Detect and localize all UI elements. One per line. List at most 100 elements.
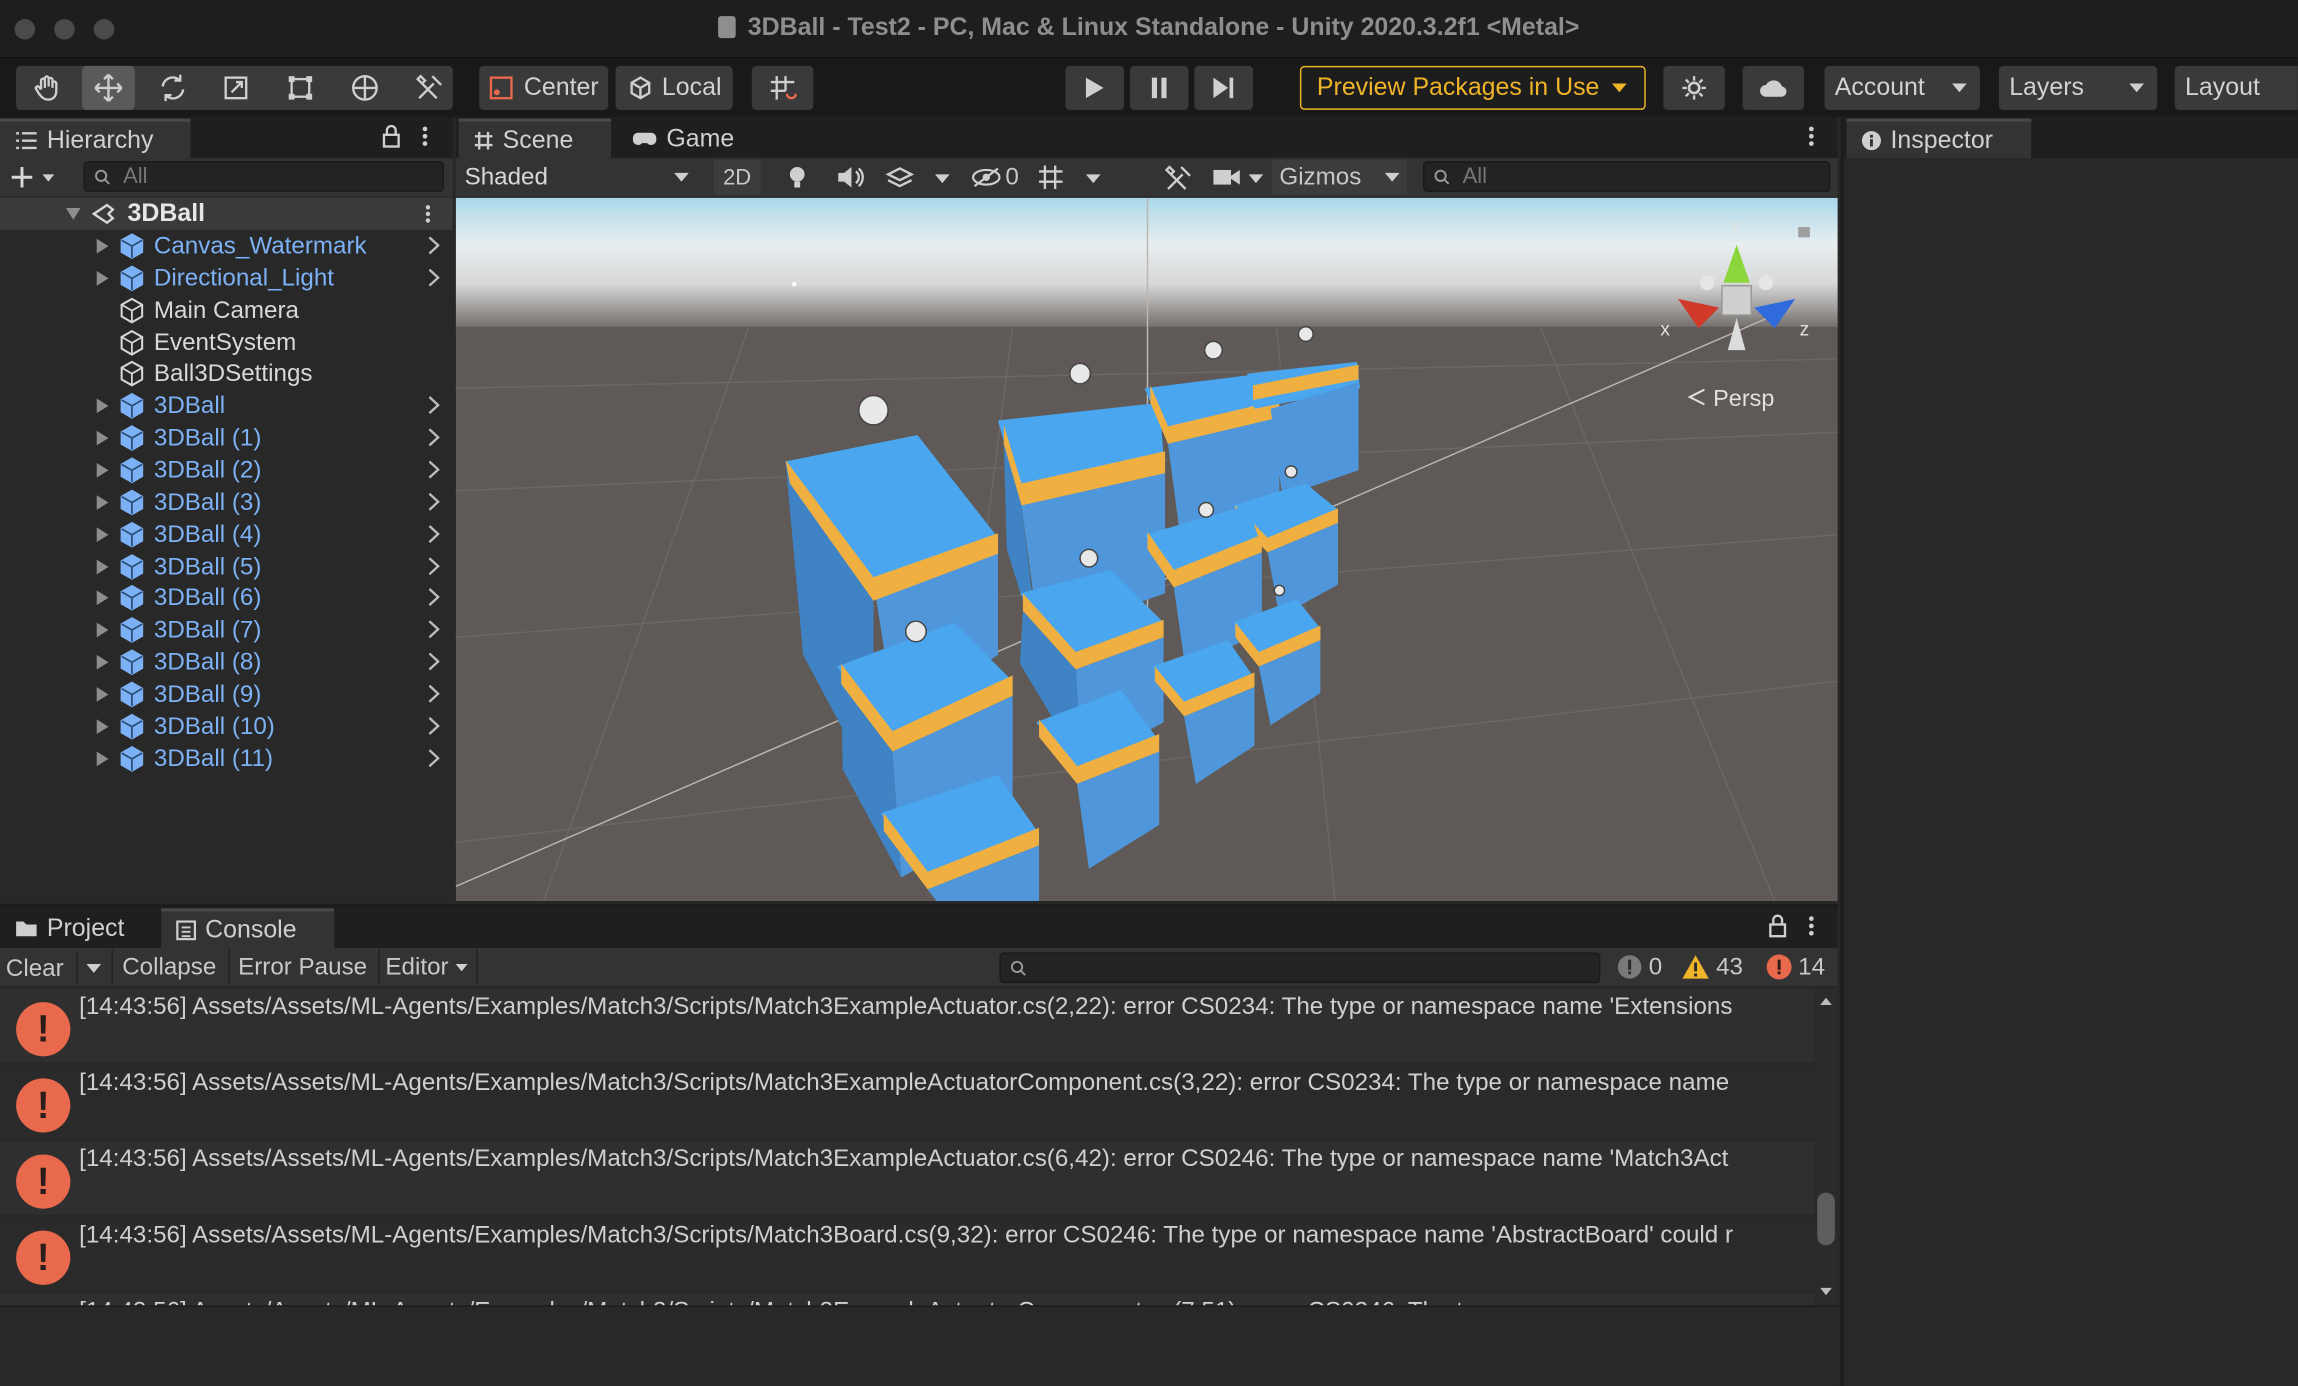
hierarchy-item[interactable]: Directional_Light: [0, 262, 451, 294]
tab-project[interactable]: Project: [0, 908, 158, 948]
expand-triangle-icon[interactable]: [96, 430, 109, 446]
console-log-entry[interactable]: ![14:43:56] Assets/Assets/ML-Agents/Exam…: [0, 1065, 1815, 1139]
hierarchy-item[interactable]: 3DBall (6): [0, 582, 451, 614]
transform-tool-icon[interactable]: [339, 66, 392, 110]
expand-triangle-icon[interactable]: [96, 270, 109, 286]
lock-icon[interactable]: [380, 124, 403, 148]
pause-button[interactable]: [1129, 65, 1189, 110]
gizmos-dropdown[interactable]: Gizmos: [1272, 159, 1407, 195]
hierarchy-item[interactable]: Canvas_Watermark: [0, 230, 451, 262]
tab-console[interactable]: Console: [161, 908, 335, 948]
create-add-button[interactable]: [9, 163, 65, 192]
expand-triangle-icon[interactable]: [96, 654, 109, 670]
chevron-down-icon[interactable]: [934, 173, 952, 185]
expand-triangle-icon[interactable]: [96, 751, 109, 766]
tab-game[interactable]: Game: [617, 119, 749, 159]
services-button[interactable]: [1663, 65, 1725, 110]
lighting-bulb-icon[interactable]: [786, 164, 809, 190]
expand-triangle-icon[interactable]: [96, 558, 109, 574]
effects-layers-icon[interactable]: [885, 164, 915, 190]
expand-triangle-icon[interactable]: [96, 494, 109, 510]
mode-2d-toggle[interactable]: 2D: [713, 159, 761, 195]
step-button[interactable]: [1194, 65, 1254, 110]
chevron-right-icon[interactable]: [428, 716, 440, 735]
error-count-toggle[interactable]: 14: [1760, 949, 1836, 984]
warning-count-toggle[interactable]: 43: [1678, 949, 1754, 984]
kebab-menu-icon[interactable]: [422, 204, 434, 225]
chevron-right-icon[interactable]: [428, 268, 440, 287]
hierarchy-item[interactable]: 3DBall (4): [0, 518, 451, 550]
console-log-entry[interactable]: ![14:43:56] Assets/Assets/ML-Agents/Exam…: [0, 1141, 1815, 1215]
expand-triangle-icon[interactable]: [96, 398, 109, 414]
expand-triangle-icon[interactable]: [96, 590, 109, 606]
console-log-entry[interactable]: ![14:43:56] Assets/Assets/ML-Agents/Exam…: [0, 1293, 1815, 1306]
hierarchy-item[interactable]: EventSystem: [0, 326, 451, 358]
chevron-down-icon[interactable]: [1084, 173, 1102, 185]
tab-hierarchy[interactable]: Hierarchy: [0, 118, 191, 159]
scene-visibility-toggle[interactable]: 0: [970, 160, 1026, 195]
hierarchy-item[interactable]: 3DBall (11): [0, 742, 451, 774]
chevron-right-icon[interactable]: [428, 620, 440, 639]
audio-speaker-icon[interactable]: [835, 166, 864, 189]
hierarchy-item[interactable]: 3DBall (8): [0, 646, 451, 678]
chevron-right-icon[interactable]: [428, 460, 440, 479]
console-log-entry[interactable]: ![14:43:56] Assets/Assets/ML-Agents/Exam…: [0, 1217, 1815, 1291]
hierarchy-item[interactable]: Main Camera: [0, 294, 451, 326]
kebab-menu-icon[interactable]: [419, 125, 431, 148]
shading-mode-dropdown[interactable]: Shaded: [456, 160, 699, 195]
hierarchy-item[interactable]: 3DBall (5): [0, 550, 451, 582]
kebab-menu-icon[interactable]: [1805, 914, 1817, 937]
hierarchy-item[interactable]: 3DBall (2): [0, 454, 451, 486]
camera-icon[interactable]: [1212, 167, 1241, 188]
scrollbar-thumb[interactable]: [1817, 1192, 1835, 1246]
pivot-rotation-button[interactable]: Local: [615, 65, 733, 110]
expand-triangle-icon[interactable]: [96, 622, 109, 638]
hierarchy-item[interactable]: 3DBall (9): [0, 678, 451, 710]
expand-triangle-icon[interactable]: [96, 686, 109, 702]
info-count-toggle[interactable]: 0: [1611, 949, 1673, 984]
scene-viewport[interactable]: y x z Persp: [455, 197, 1838, 902]
console-log-entry[interactable]: ![14:43:56] Assets/Assets/ML-Agents/Exam…: [0, 988, 1815, 1063]
grid-snapping-button[interactable]: [751, 65, 814, 110]
hierarchy-item[interactable]: 3DBall (10): [0, 710, 451, 742]
expand-triangle-icon[interactable]: [96, 526, 109, 542]
gizmo-lock-icon[interactable]: [1798, 227, 1810, 238]
kebab-menu-icon[interactable]: [1805, 125, 1817, 148]
chevron-right-icon[interactable]: [428, 652, 440, 671]
pivot-mode-button[interactable]: Center: [479, 65, 609, 110]
layout-dropdown[interactable]: Layout: [2174, 65, 2298, 110]
scroll-up-arrow-icon[interactable]: [1819, 996, 1834, 1006]
chevron-right-icon[interactable]: [428, 524, 440, 543]
chevron-right-icon[interactable]: [428, 556, 440, 575]
layers-dropdown[interactable]: Layers: [1998, 65, 2158, 110]
error-pause-toggle[interactable]: Error Pause: [228, 949, 376, 985]
hierarchy-item[interactable]: 3DBall (7): [0, 614, 451, 646]
play-button[interactable]: [1065, 65, 1125, 110]
chevron-right-icon[interactable]: [428, 236, 440, 255]
rotate-tool-icon[interactable]: [147, 66, 200, 110]
tab-inspector[interactable]: Inspector: [1846, 118, 2032, 159]
chevron-down-icon[interactable]: [1247, 173, 1265, 185]
lock-icon[interactable]: [1766, 914, 1789, 938]
chevron-right-icon[interactable]: [428, 748, 440, 767]
hierarchy-item[interactable]: Ball3DSettings: [0, 358, 451, 390]
custom-tools-icon[interactable]: [403, 66, 456, 110]
preview-packages-button[interactable]: Preview Packages in Use: [1299, 65, 1646, 110]
chevron-right-icon[interactable]: [428, 684, 440, 703]
hierarchy-item[interactable]: 3DBall (3): [0, 486, 451, 518]
account-dropdown[interactable]: Account: [1824, 65, 1980, 110]
clear-button[interactable]: Clear: [6, 952, 64, 984]
chevron-right-icon[interactable]: [428, 428, 440, 447]
tab-scene[interactable]: Scene: [458, 118, 612, 159]
cloud-button[interactable]: [1742, 65, 1805, 110]
collapse-toggle[interactable]: Collapse: [111, 949, 225, 985]
expand-triangle-icon[interactable]: [96, 238, 109, 254]
editor-target-dropdown[interactable]: Editor: [378, 949, 478, 985]
scene-search-input[interactable]: All: [1423, 161, 1831, 192]
chevron-right-icon[interactable]: [428, 492, 440, 511]
grid-toggle-icon[interactable]: [1036, 163, 1065, 192]
console-scrollbar[interactable]: [1814, 988, 1838, 1306]
clear-options-dropdown[interactable]: [76, 952, 108, 985]
chevron-right-icon[interactable]: [428, 396, 440, 415]
hierarchy-item[interactable]: 3DBall (1): [0, 422, 451, 454]
